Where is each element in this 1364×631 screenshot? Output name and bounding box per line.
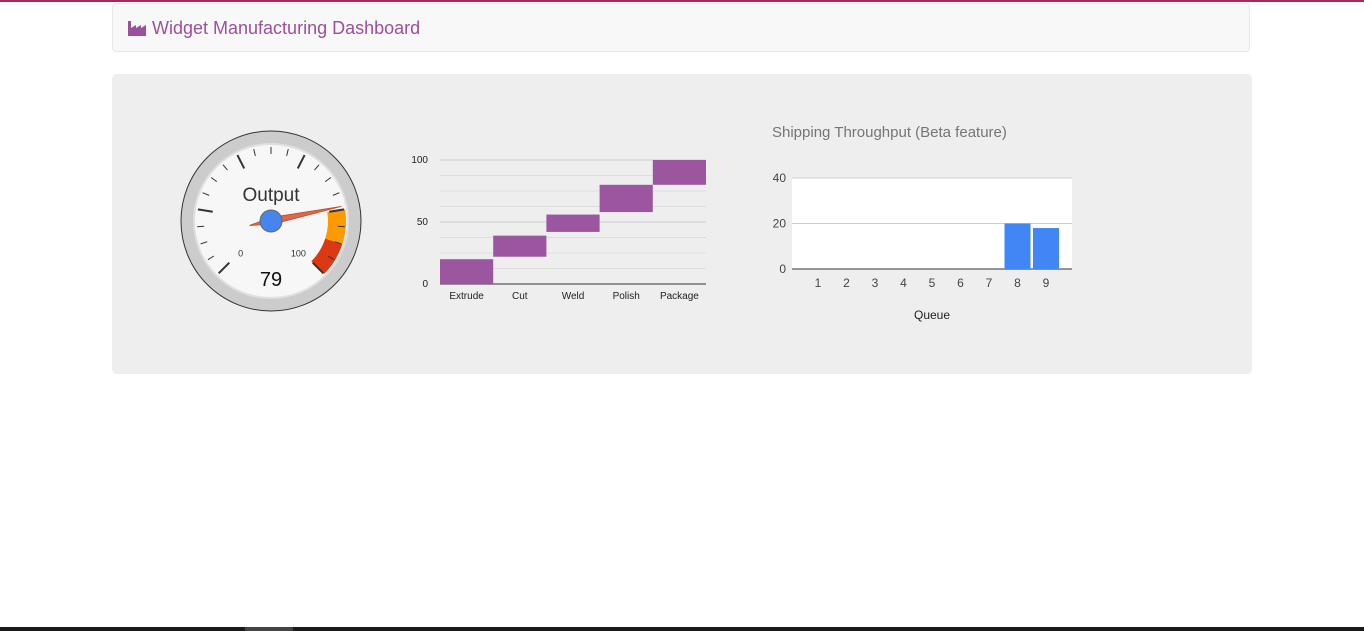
factory-icon [128,21,146,36]
gauge-label: Output [242,185,300,206]
shipping-x-tick-label: 7 [986,276,993,290]
wf-bar [546,214,600,232]
shipping-y-tick-label: 40 [773,171,787,185]
wf-y-tick-label: 0 [422,279,428,290]
taskbar-strip [0,627,1364,631]
wf-x-tick-label: Extrude [449,291,484,302]
shipping-bar [1004,223,1031,269]
navbar: Widget Manufacturing Dashboard [112,3,1250,52]
output-gauge: 0 100 Output 79 [179,129,365,315]
shipping-bar [1033,228,1059,269]
top-accent-bar [0,0,1364,2]
gauge-minor-tick [197,225,205,228]
wf-bar [493,235,547,257]
wf-y-tick-label: 50 [417,217,429,228]
shipping-x-tick-label: 8 [1014,276,1021,290]
dashboard-title: Widget Manufacturing Dashboard [152,18,421,38]
wf-y-tick-label: 100 [411,155,428,166]
gauge-minor-tick [337,225,345,228]
shipping-x-tick-label: 2 [843,276,850,290]
shipping-x-axis-label: Queue [914,308,950,322]
brand-link[interactable]: Widget Manufacturing Dashboard [128,18,420,38]
wf-bar [652,160,706,185]
gauge-min-label: 0 [238,248,243,258]
wf-x-tick-label: Polish [613,291,640,302]
gauge-needle-hub [259,209,283,233]
wf-x-tick-label: Package [660,291,699,302]
process-waterfall-chart: 0 50 100 Extrude Cut Weld Polish Package [400,145,720,315]
shipping-x-tick-label: 3 [872,276,879,290]
shipping-throughput-chart: Shipping Throughput (Beta feature) 0 20 40 1… [760,110,1090,340]
shipping-x-tick-label: 4 [900,276,907,290]
shipping-chart-title: Shipping Throughput (Beta feature) [772,124,1007,141]
wf-bar [599,184,653,213]
gauge-max-label: 100 [291,248,306,258]
wf-x-tick-label: Cut [512,291,528,302]
shipping-x-tick-label: 5 [929,276,936,290]
wf-x-tick-label: Weld [562,291,585,302]
shipping-y-tick-label: 0 [779,262,786,276]
wf-bar [440,259,494,284]
shipping-x-tick-label: 9 [1043,276,1050,290]
shipping-y-tick-label: 20 [773,217,787,231]
shipping-x-tick-label: 6 [957,276,964,290]
gauge-value: 79 [260,269,282,291]
shipping-x-tick-label: 1 [815,276,822,290]
